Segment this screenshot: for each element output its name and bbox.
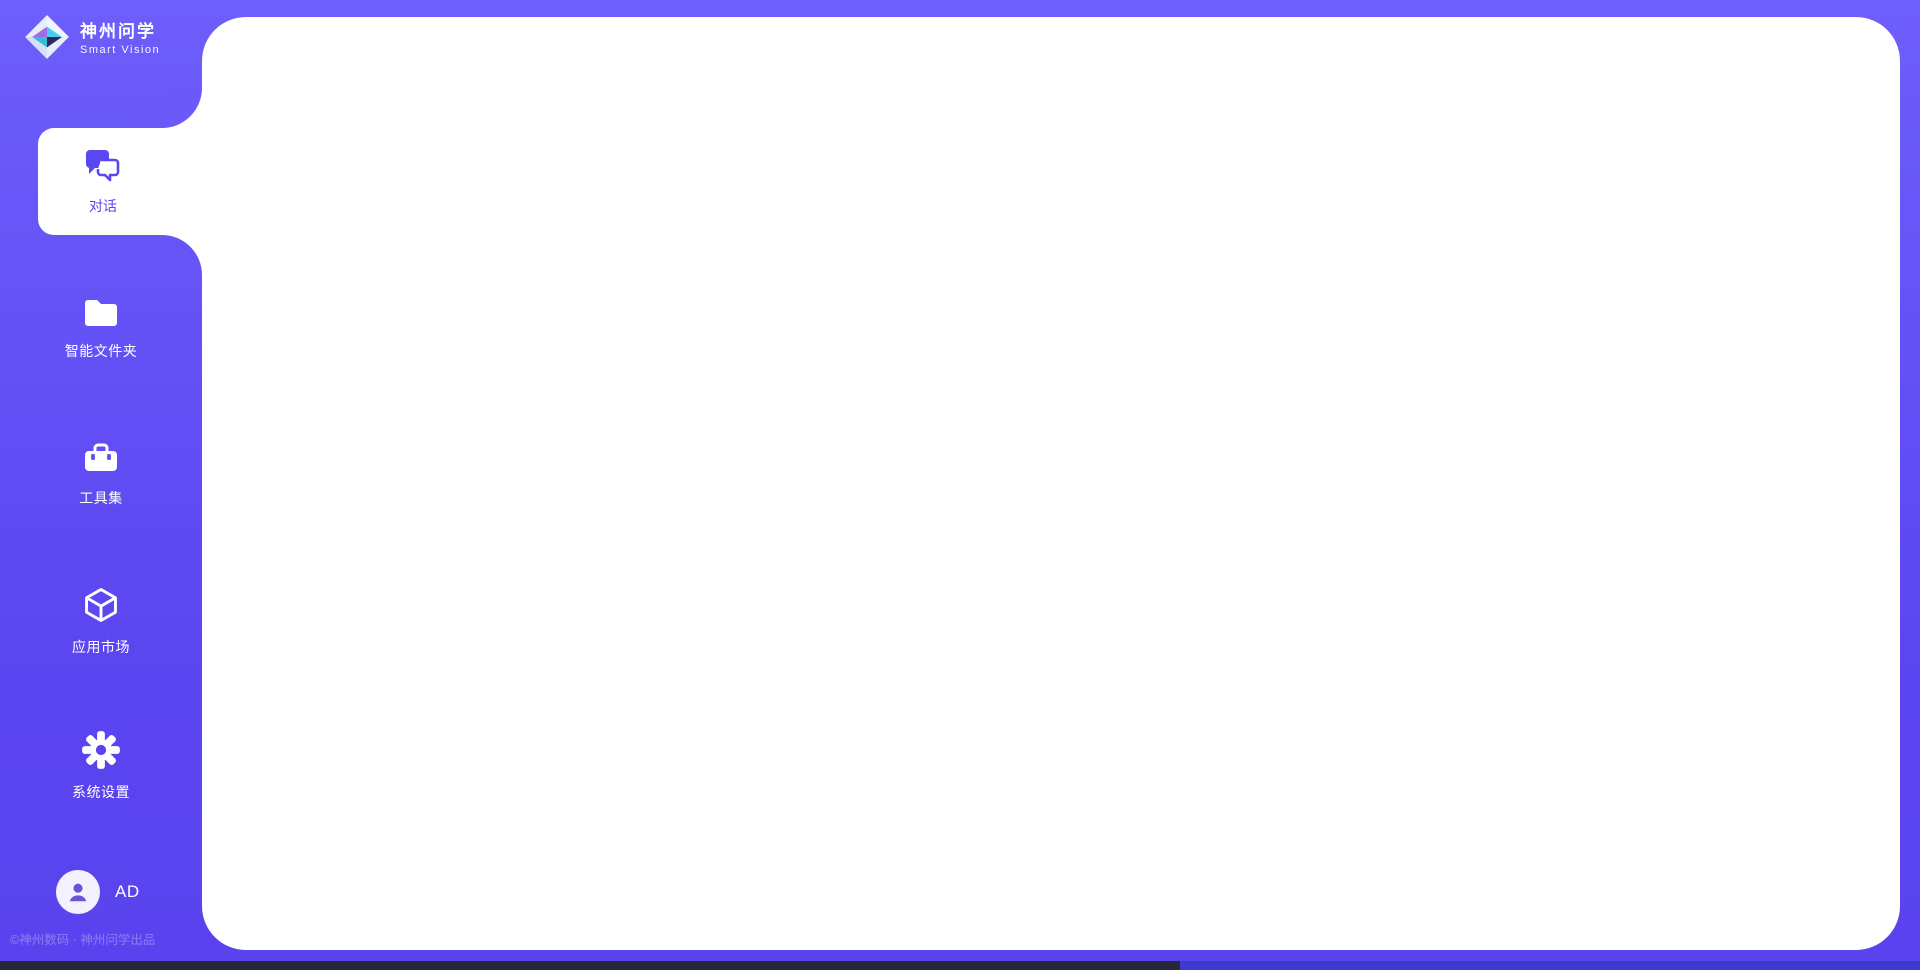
user-initials: AD <box>115 882 140 902</box>
tab-merge-curve-top <box>162 88 202 128</box>
sidebar-item-toolset[interactable]: 工具集 <box>0 440 202 508</box>
main-content-panel <box>202 17 1900 950</box>
window-bottom-edge-blue <box>1180 961 1920 970</box>
sidebar-item-label: 智能文件夹 <box>65 341 138 361</box>
sidebar-item-label: 对话 <box>89 196 117 216</box>
avatar <box>56 870 100 914</box>
window-bottom-edge-dark <box>0 961 1180 970</box>
app-title: 神州问学 <box>80 23 160 42</box>
gear-icon <box>81 730 121 773</box>
app-logo: 神州问学 Smart Vision <box>24 14 160 65</box>
folder-icon <box>81 295 121 332</box>
sidebar-item-label: 系统设置 <box>72 782 130 802</box>
sidebar-item-smart-folder[interactable]: 智能文件夹 <box>0 295 202 361</box>
copyright-footer: ©神州数码 · 神州问学出品 <box>10 929 155 948</box>
app-subtitle: Smart Vision <box>80 44 160 56</box>
toolbox-icon <box>81 440 121 479</box>
cube-icon <box>81 585 121 628</box>
sidebar-item-label: 应用市场 <box>72 637 130 657</box>
app-window: 神州问学 Smart Vision 对话 智能文件夹 <box>0 0 1920 970</box>
tab-merge-curve-bottom <box>162 235 202 275</box>
diamond-logo-icon <box>24 14 70 65</box>
user-profile[interactable]: AD <box>56 870 140 914</box>
sidebar-item-settings[interactable]: 系统设置 <box>0 730 202 802</box>
sidebar-item-label: 工具集 <box>79 488 123 508</box>
sidebar-item-chat[interactable]: 对话 <box>38 128 202 235</box>
sidebar-item-app-market[interactable]: 应用市场 <box>0 585 202 657</box>
chat-icon <box>83 148 123 189</box>
